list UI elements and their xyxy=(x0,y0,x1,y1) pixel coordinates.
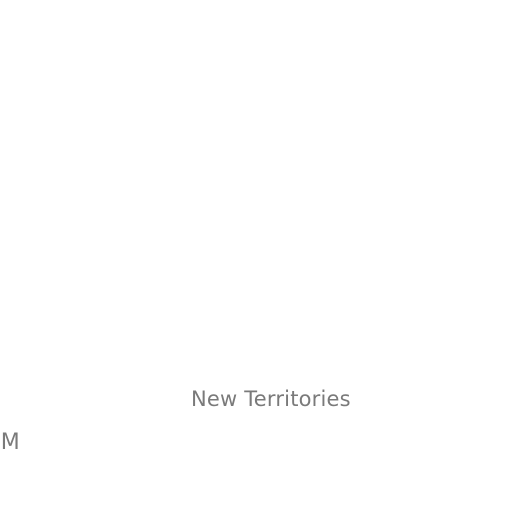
map-canvas[interactable]: New Territories IM xyxy=(0,0,512,512)
region-label-new-territories: New Territories xyxy=(191,387,351,411)
region-label-partial-left: IM xyxy=(0,430,20,455)
